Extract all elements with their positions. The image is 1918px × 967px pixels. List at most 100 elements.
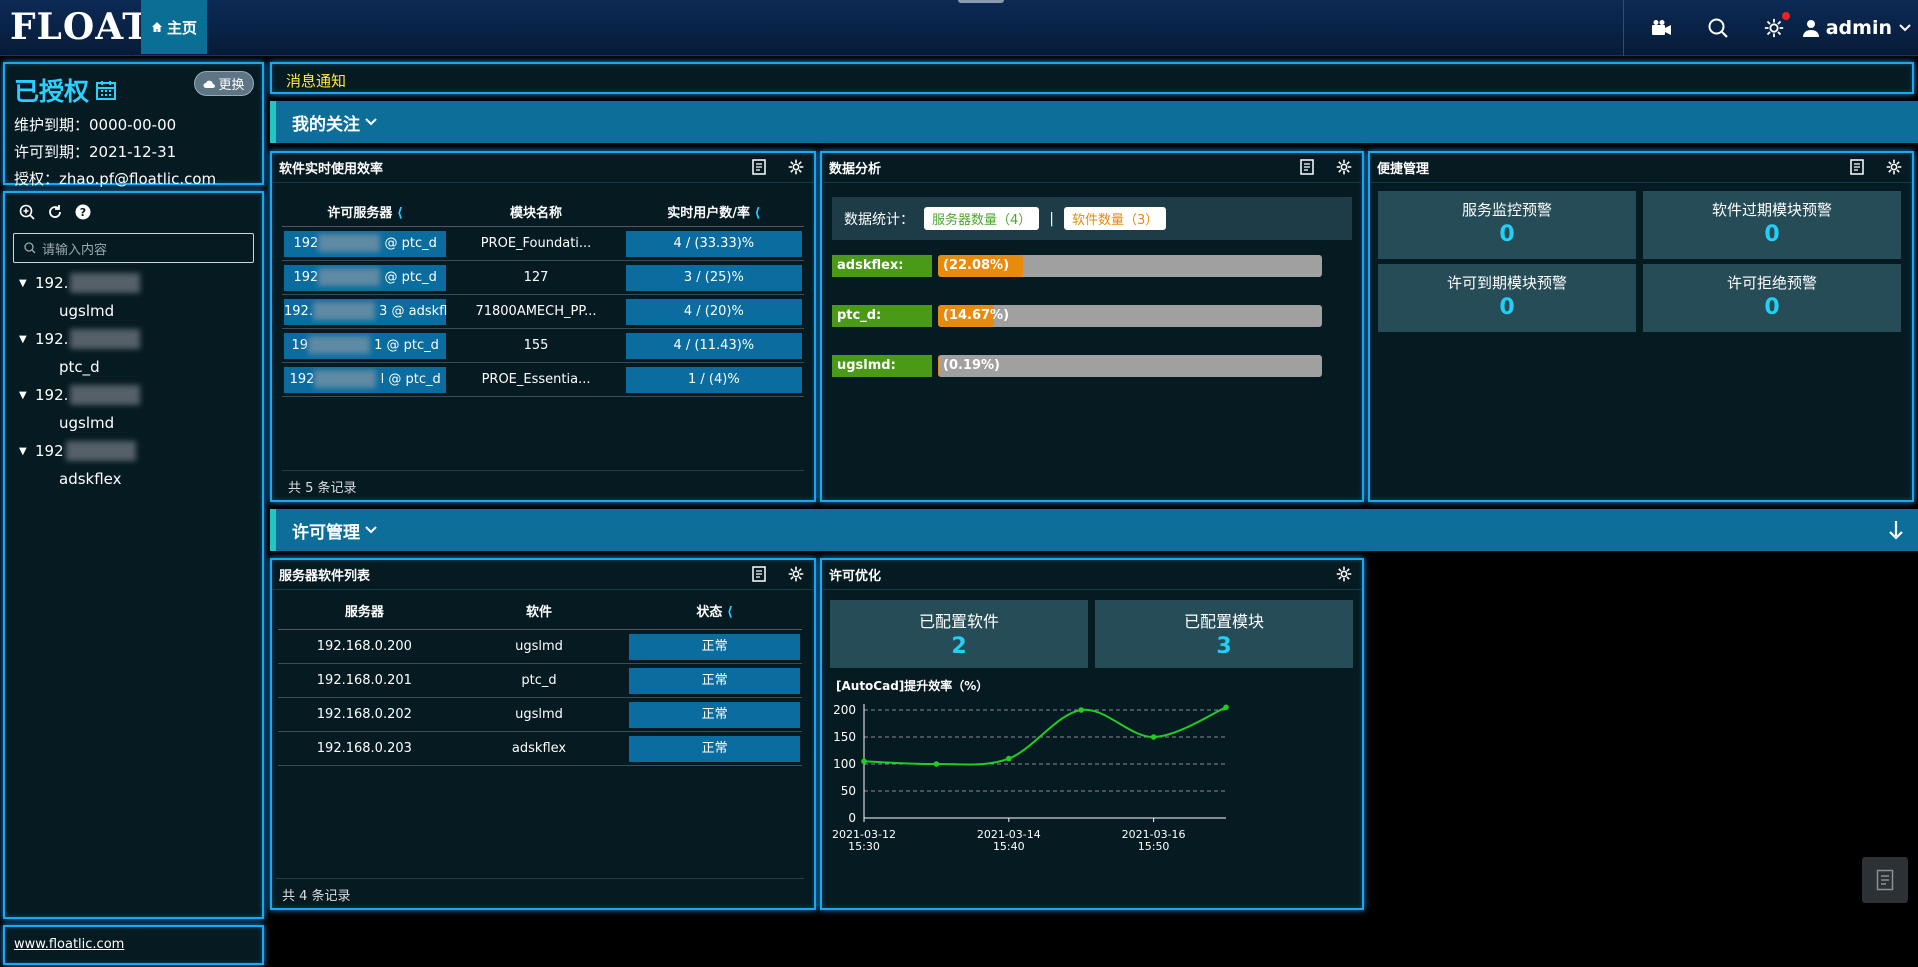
license-expiry-alert-card[interactable]: 许可到期模块预警 0 [1378, 264, 1636, 332]
status-badge[interactable]: 正常 [629, 667, 801, 694]
module-cell: PROE_Foundati... [480, 236, 592, 251]
chevron-down-icon [365, 526, 377, 534]
username: admin [1825, 17, 1892, 39]
configured-software-card[interactable]: 已配置软件 2 [830, 600, 1088, 668]
tree-search-input[interactable]: 请输入内容 [13, 233, 254, 263]
tree-leaf[interactable]: ugslmd [13, 297, 254, 325]
gear-icon[interactable] [788, 159, 804, 175]
server-cell[interactable]: 19 1 @ ptc_d [284, 332, 447, 359]
table-row[interactable]: 192. 3 @ adskflex 71800AMECH_PP... 4 / (20… [282, 295, 804, 329]
gear-icon[interactable] [1886, 159, 1902, 175]
table-row[interactable]: 192 @ ptc_d PROE_Foundati... 4 / (33.33)% [282, 227, 804, 261]
home-icon [151, 22, 162, 32]
tab-home[interactable]: 主页 [141, 0, 207, 54]
maintenance-expiry: 维护到期：0000-00-00 [14, 116, 177, 134]
app-logo: FLOAT [10, 6, 150, 48]
video-icon[interactable] [1634, 0, 1690, 56]
gear-icon[interactable] [1336, 566, 1352, 582]
rate-cell[interactable]: 1 / (4)% [625, 366, 802, 393]
y-tick-label: 50 [841, 784, 856, 798]
top-handle[interactable] [958, 0, 1004, 3]
server-count-tag[interactable]: 服务器数量（4） [924, 207, 1040, 230]
tree-node[interactable]: ▼ 192 [13, 437, 254, 465]
gear-icon[interactable] [1336, 159, 1352, 175]
tree-node[interactable]: ▼ 192. [13, 381, 254, 409]
bar-label: ptc_d: [832, 305, 932, 327]
document-icon[interactable] [752, 566, 766, 582]
table-row[interactable]: 192 @ ptc_d 127 3 / (25)% [282, 261, 804, 295]
document-icon[interactable] [1850, 159, 1864, 175]
table-row[interactable]: 192.168.0.200 ugslmd 正常 [278, 630, 802, 664]
server-cell[interactable]: 192 @ ptc_d [284, 264, 447, 291]
cloud-icon [203, 80, 216, 88]
status-badge[interactable]: 正常 [629, 735, 801, 762]
tree-leaf[interactable]: ptc_d [13, 353, 254, 381]
tree-leaf[interactable]: adskflex [13, 465, 254, 493]
server-software-panel: 服务器软件列表 服务器 软件 状态 ⟨ 192.168.0.200 ugslmd 正… [270, 558, 816, 910]
stats-bar: 数据统计： 服务器数量（4） | 软件数量（3） [832, 197, 1352, 240]
server-cell: 192.168.0.201 [316, 673, 412, 688]
search-placeholder: 请输入内容 [42, 242, 108, 258]
settings-icon[interactable] [1746, 0, 1802, 56]
table-row[interactable]: 192.168.0.202 ugslmd 正常 [278, 698, 802, 732]
rate-cell[interactable]: 4 / (11.43)% [625, 332, 802, 359]
rate-cell[interactable]: 4 / (20)% [625, 298, 802, 325]
tree-leaf[interactable]: ugslmd [13, 409, 254, 437]
server-cell[interactable]: 192 @ ptc_d [284, 230, 447, 257]
website-link[interactable]: www.floatlic.com [14, 937, 124, 952]
calendar-icon[interactable] [95, 79, 117, 101]
software-cell: ptc_d [521, 673, 557, 688]
gear-icon[interactable] [788, 566, 804, 582]
table-row[interactable]: 192.168.0.201 ptc_d 正常 [278, 664, 802, 698]
rate-cell[interactable]: 4 / (33.33)% [625, 230, 802, 257]
server-cell[interactable]: 192. 3 @ adskflex [284, 298, 448, 325]
tree-node[interactable]: ▼ 192. [13, 325, 254, 353]
configured-modules-card[interactable]: 已配置模块 3 [1095, 600, 1353, 668]
server-cell: 192.168.0.203 [316, 741, 412, 756]
panel-title: 软件实时使用效率 [279, 162, 384, 177]
usage-bar-row: ugslmd: (0.19%) [832, 355, 1322, 377]
server-footer: 共 4 条记录 [276, 878, 804, 908]
software-cell: adskflex [511, 741, 567, 756]
col-header-status: 状态 ⟨ [696, 605, 733, 620]
zoom-in-icon[interactable] [19, 204, 35, 220]
tree-node-label: 192. [35, 330, 69, 348]
license-denied-alert-card[interactable]: 许可拒绝预警 0 [1643, 264, 1901, 332]
section-my-focus[interactable]: 我的关注 [270, 101, 1918, 143]
search-icon[interactable] [1690, 0, 1746, 56]
col-header-rate: 实时用户数/率 ⟨ [667, 206, 761, 221]
float-document-button[interactable] [1862, 857, 1908, 903]
top-bar: FLOAT 主页 admin [0, 0, 1918, 56]
y-tick-label: 150 [833, 730, 856, 744]
server-cell[interactable]: 192 l @ ptc_d [284, 366, 447, 393]
notice-text[interactable]: 消息通知 [286, 72, 346, 90]
tree-node[interactable]: ▼ 192. [13, 269, 254, 297]
col-header-server: 服务器 [344, 605, 384, 620]
tree-node-label: 192. [35, 386, 69, 404]
software-expiry-alert-card[interactable]: 软件过期模块预警 0 [1643, 191, 1901, 259]
y-tick-label: 100 [833, 757, 856, 771]
swap-license-button[interactable]: 更换 [194, 71, 254, 96]
y-tick-label: 200 [833, 703, 856, 717]
card-value: 3 [1216, 634, 1232, 659]
arrow-down-icon[interactable] [1888, 520, 1904, 540]
document-icon[interactable] [1300, 159, 1314, 175]
document-icon[interactable] [752, 159, 766, 175]
section-license-management[interactable]: 许可管理 [270, 509, 1918, 551]
rate-cell[interactable]: 3 / (25)% [625, 264, 802, 291]
table-row[interactable]: 192.168.0.203 adskflex 正常 [278, 732, 802, 766]
software-count-tag[interactable]: 软件数量（3） [1064, 207, 1167, 230]
user-icon [1802, 20, 1819, 37]
table-row[interactable]: 192 l @ ptc_d PROE_Essentia... 1 / (4)% [282, 363, 804, 397]
table-row[interactable]: 19 1 @ ptc_d 155 4 / (11.43)% [282, 329, 804, 363]
data-point [933, 761, 940, 767]
status-badge[interactable]: 正常 [629, 701, 801, 728]
chart-title: [AutoCad]提升效率（%） [836, 678, 988, 693]
x-tick-label: 15:40 [993, 840, 1025, 853]
service-monitor-alert-card[interactable]: 服务监控预警 0 [1378, 191, 1636, 259]
user-menu[interactable]: admin [1802, 17, 1918, 39]
help-icon[interactable]: ? [75, 204, 91, 220]
refresh-icon[interactable] [47, 204, 63, 220]
status-badge[interactable]: 正常 [629, 633, 801, 660]
search-icon [24, 242, 36, 254]
